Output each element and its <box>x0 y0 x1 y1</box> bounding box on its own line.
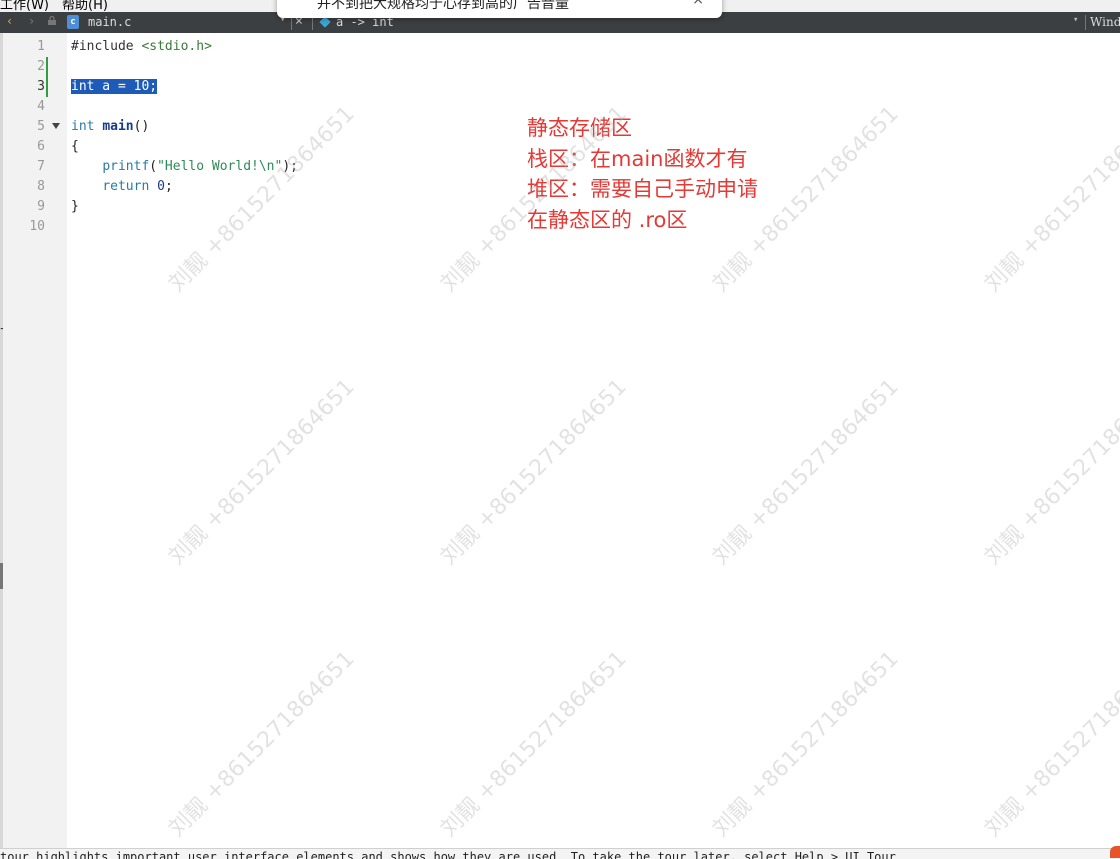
string-literal: "Hello World!\n" <box>157 159 283 174</box>
line-number: 10 <box>29 219 45 234</box>
code-editor[interactable]: #include <stdio.h> int a = 10; int main(… <box>71 33 298 214</box>
code-line-6: { <box>71 139 79 154</box>
include-header: <stdio.h> <box>133 39 212 54</box>
variable-symbol-icon <box>319 16 331 28</box>
number-literal: 0 <box>157 179 165 194</box>
close-popup-icon[interactable]: × <box>692 0 704 8</box>
punctuation: () <box>133 119 150 134</box>
keyword: int <box>71 119 95 134</box>
code-line-9: } <box>71 199 79 214</box>
watermark: 刘靓 +8615271864651 <box>980 101 1120 297</box>
window-selector[interactable]: Windo <box>1090 15 1120 29</box>
punctuation: ); <box>282 159 298 174</box>
c-file-icon: c <box>67 15 79 29</box>
lock-icon <box>48 16 56 25</box>
punctuation: ; <box>164 179 173 194</box>
notification-corner-icon[interactable] <box>1110 846 1120 858</box>
menu-item-help[interactable]: 帮助(H) <box>62 0 108 12</box>
function-name: main <box>102 119 134 134</box>
watermark: 刘靓 +8615271864651 <box>708 374 904 570</box>
line-number: 6 <box>37 139 45 154</box>
code-line-3: int a = 10; <box>71 77 158 97</box>
annotation-notes: 静态存储区 栈区：在main函数才有 堆区：需要自己手动申请 在静态区的 .ro… <box>527 113 758 235</box>
watermark: 刘靓 +8615271864651 <box>980 646 1120 842</box>
watermark: 刘靓 +8615271864651 <box>436 374 632 570</box>
preprocessor-directive: #include <box>71 39 134 54</box>
note-line: 堆区：需要自己手动申请 <box>527 177 758 201</box>
line-number-gutter: 1 2 3 4 5 6 7 8 9 10 <box>3 33 67 848</box>
watermark: 刘靓 +8615271864651 <box>708 646 904 842</box>
notification-text: 并不到把大规格均于心存到高的广告音量 <box>317 0 569 12</box>
forward-arrow-icon[interactable]: › <box>28 14 35 28</box>
code-line-7: printf("Hello World!\n"); <box>71 157 298 177</box>
line-number-current: 3 <box>37 79 45 94</box>
code-line-5: int main() <box>71 117 149 137</box>
line-number: 5 <box>37 119 45 134</box>
fold-toggle-icon[interactable] <box>52 123 60 129</box>
selected-text[interactable]: int a = 10; <box>71 79 158 94</box>
line-number: 4 <box>37 99 45 114</box>
note-line: 栈区：在main函数才有 <box>527 146 748 171</box>
keyword: return <box>102 179 150 194</box>
watermark: 刘靓 +8615271864651 <box>980 374 1120 570</box>
line-number: 7 <box>37 159 45 174</box>
notification-popup: 并不到把大规格均于心存到高的广告音量 × <box>277 0 722 18</box>
status-bar: tour highlights important user interface… <box>0 848 1120 859</box>
window-dropdown-icon[interactable]: ▾ <box>1073 15 1078 25</box>
change-marker <box>46 57 48 97</box>
watermark: 刘靓 +8615271864651 <box>164 101 360 297</box>
line-number: 8 <box>37 179 45 194</box>
back-arrow-icon[interactable]: ‹ <box>6 14 13 28</box>
watermark: 刘靓 +8615271864651 <box>164 374 360 570</box>
note-line: 静态存储区 <box>527 116 632 140</box>
note-line: 在静态区的 .ro区 <box>527 207 688 232</box>
code-line-1: #include <stdio.h> <box>71 37 212 57</box>
separator <box>1085 15 1086 30</box>
line-number: 1 <box>37 39 45 54</box>
punctuation: ( <box>149 159 158 174</box>
line-number: 9 <box>37 199 45 214</box>
menu-item-window[interactable]: 工作(W) <box>0 0 49 12</box>
watermark: 刘靓 +8615271864651 <box>436 646 632 842</box>
file-tab-name[interactable]: main.c <box>88 15 131 29</box>
code-line-8: return 0; <box>71 177 173 197</box>
line-number: 2 <box>37 59 45 74</box>
function-call: printf <box>102 159 150 174</box>
watermark: 刘靓 +8615271864651 <box>164 646 360 842</box>
